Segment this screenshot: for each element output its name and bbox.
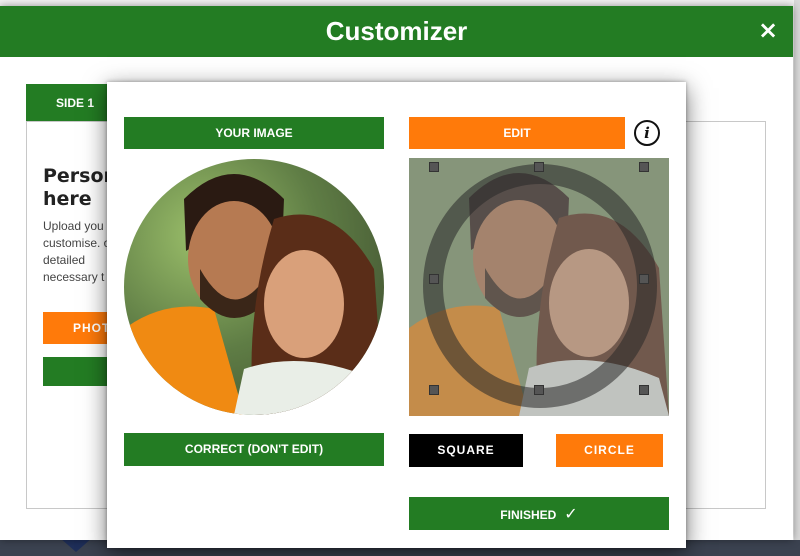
crop-handle-right[interactable] (639, 274, 649, 284)
crop-circle-outline[interactable] (423, 164, 657, 408)
correct-dont-edit-button[interactable]: CORRECT (DON'T EDIT) (124, 433, 384, 466)
crop-handle-bottom[interactable] (534, 385, 544, 395)
finished-button[interactable]: FINISHED ✓ (409, 497, 669, 530)
crop-handle-bottom-left[interactable] (429, 385, 439, 395)
crop-handle-top-right[interactable] (639, 162, 649, 172)
crop-handle-top-left[interactable] (429, 162, 439, 172)
your-image-button[interactable]: YOUR IMAGE (124, 117, 384, 149)
edit-button[interactable]: EDIT (409, 117, 625, 149)
background-logo-shape (60, 538, 92, 552)
square-shape-button[interactable]: SQUARE (409, 434, 523, 467)
couple-photo-image (124, 159, 384, 415)
dialog-header: Customizer × (0, 6, 793, 57)
close-icon[interactable]: × (755, 17, 781, 43)
finished-label: FINISHED (500, 508, 557, 522)
background-scrollbar (794, 0, 800, 556)
circle-photo-preview (124, 159, 384, 415)
check-icon: ✓ (564, 504, 578, 523)
crop-handle-bottom-right[interactable] (639, 385, 649, 395)
crop-handle-top[interactable] (534, 162, 544, 172)
circle-shape-button[interactable]: CIRCLE (556, 434, 663, 467)
info-icon[interactable]: i (634, 120, 660, 146)
dialog-title: Customizer (325, 16, 468, 46)
image-editor-modal: YOUR IMAGE EDIT i CORRECT (DON'T EDIT) S… (107, 82, 686, 548)
crop-editor[interactable] (409, 158, 669, 416)
crop-handle-left[interactable] (429, 274, 439, 284)
